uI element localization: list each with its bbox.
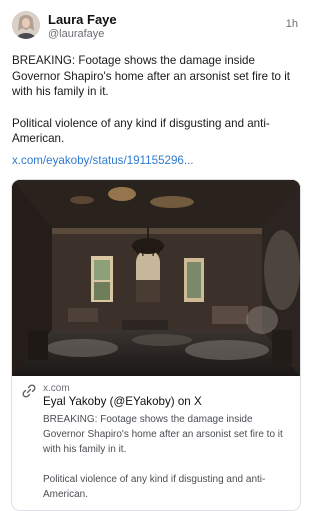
avatar[interactable] bbox=[12, 11, 40, 39]
link-card-title[interactable]: Eyal Yakoby (@EYakoby) on X bbox=[43, 395, 202, 408]
post-timestamp[interactable]: 1h bbox=[286, 18, 298, 30]
social-post: Laura Faye @laurafaye 1h BREAKING: Foota… bbox=[0, 0, 311, 511]
link-domain: x.com bbox=[43, 383, 70, 394]
post-paragraph: BREAKING: Footage shows the damage insid… bbox=[12, 54, 291, 98]
post-paragraph: Political violence of any kind if disgus… bbox=[12, 116, 270, 146]
preview-image[interactable] bbox=[12, 180, 300, 376]
link-card-desc-paragraph: Political violence of any kind if disgus… bbox=[43, 474, 266, 500]
author-handle[interactable]: @laurafaye bbox=[48, 28, 104, 40]
post-body: BREAKING: Footage shows the damage insid… bbox=[12, 53, 302, 163]
link-preview-card[interactable]: x.com Eyal Yakoby (@EYakoby) on X BREAKI… bbox=[11, 179, 301, 511]
link-card-desc-paragraph: BREAKING: Footage shows the damage insid… bbox=[43, 414, 283, 455]
author-name[interactable]: Laura Faye bbox=[48, 12, 117, 27]
post-link[interactable]: x.com/eyakoby/status/191155296... bbox=[12, 154, 194, 167]
link-icon bbox=[22, 384, 36, 398]
link-card-description: BREAKING: Footage shows the damage insid… bbox=[43, 412, 293, 510]
